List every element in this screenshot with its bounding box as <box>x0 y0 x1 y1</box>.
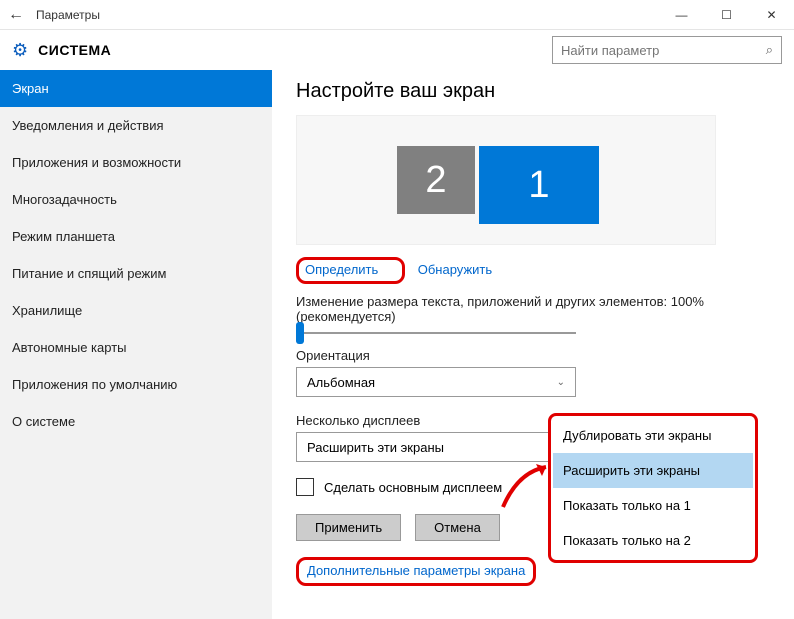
orientation-select[interactable]: Альбомная ⌄ <box>296 367 576 397</box>
multidisplay-value: Расширить эти экраны <box>307 440 444 455</box>
orientation-value: Альбомная <box>307 375 375 390</box>
sidebar-item-tablet-mode[interactable]: Режим планшета <box>0 218 272 255</box>
sidebar-item-notifications[interactable]: Уведомления и действия <box>0 107 272 144</box>
monitor-1[interactable]: 1 <box>479 146 599 224</box>
minimize-button[interactable]: — <box>659 0 704 30</box>
highlight-advanced: Дополнительные параметры экрана <box>296 557 536 586</box>
search-icon: ⌕ <box>766 42 773 58</box>
dropdown-option-extend[interactable]: Расширить эти экраны <box>553 453 753 488</box>
scale-slider[interactable] <box>296 332 576 334</box>
chevron-down-icon: ⌄ <box>557 377 565 388</box>
close-button[interactable]: ✕ <box>749 0 794 30</box>
sidebar-item-display[interactable]: Экран <box>0 70 272 107</box>
sidebar-item-storage[interactable]: Хранилище <box>0 292 272 329</box>
make-main-checkbox[interactable] <box>296 478 314 496</box>
detect-link[interactable]: Обнаружить <box>418 262 492 277</box>
scale-label: Изменение размера текста, приложений и д… <box>296 294 770 324</box>
window-buttons: — ☐ ✕ <box>659 0 794 30</box>
dropdown-option-only2[interactable]: Показать только на 2 <box>553 523 753 558</box>
search-input[interactable] <box>561 43 766 58</box>
apply-button[interactable]: Применить <box>296 514 401 541</box>
advanced-display-link[interactable]: Дополнительные параметры экрана <box>307 563 525 578</box>
sidebar-item-offline-maps[interactable]: Автономные карты <box>0 329 272 366</box>
highlight-identify: Определить <box>296 257 405 284</box>
dropdown-option-only1[interactable]: Показать только на 1 <box>553 488 753 523</box>
make-main-label: Сделать основным дисплеем <box>324 480 502 495</box>
page-title: Настройте ваш экран <box>296 80 770 103</box>
monitor-layout[interactable]: 2 1 <box>296 115 716 245</box>
sidebar-item-about[interactable]: О системе <box>0 403 272 440</box>
display-link-row: Определить Обнаружить <box>296 257 770 284</box>
gear-icon: ⚙ <box>12 40 28 61</box>
sidebar: Экран Уведомления и действия Приложения … <box>0 70 272 619</box>
cancel-button[interactable]: Отмена <box>415 514 500 541</box>
titlebar: ← Параметры — ☐ ✕ <box>0 0 794 30</box>
window-title: Параметры <box>32 8 100 22</box>
orientation-label: Ориентация <box>296 348 770 363</box>
sidebar-item-multitasking[interactable]: Многозадачность <box>0 181 272 218</box>
multidisplay-dropdown: Дублировать эти экраны Расширить эти экр… <box>548 413 758 563</box>
slider-thumb[interactable] <box>296 322 304 344</box>
sidebar-item-default-apps[interactable]: Приложения по умолчанию <box>0 366 272 403</box>
identify-link[interactable]: Определить <box>305 262 378 277</box>
monitor-2[interactable]: 2 <box>397 146 475 214</box>
dropdown-option-duplicate[interactable]: Дублировать эти экраны <box>553 418 753 453</box>
header: ⚙ СИСТЕМА ⌕ <box>0 30 794 70</box>
sidebar-item-power-sleep[interactable]: Питание и спящий режим <box>0 255 272 292</box>
search-box[interactable]: ⌕ <box>552 36 782 64</box>
back-button[interactable]: ← <box>0 6 32 24</box>
slider-track <box>296 332 576 334</box>
maximize-button[interactable]: ☐ <box>704 0 749 30</box>
section-title: СИСТЕМА <box>38 42 111 58</box>
sidebar-item-apps-features[interactable]: Приложения и возможности <box>0 144 272 181</box>
multidisplay-select[interactable]: Расширить эти экраны ⌄ <box>296 432 576 462</box>
